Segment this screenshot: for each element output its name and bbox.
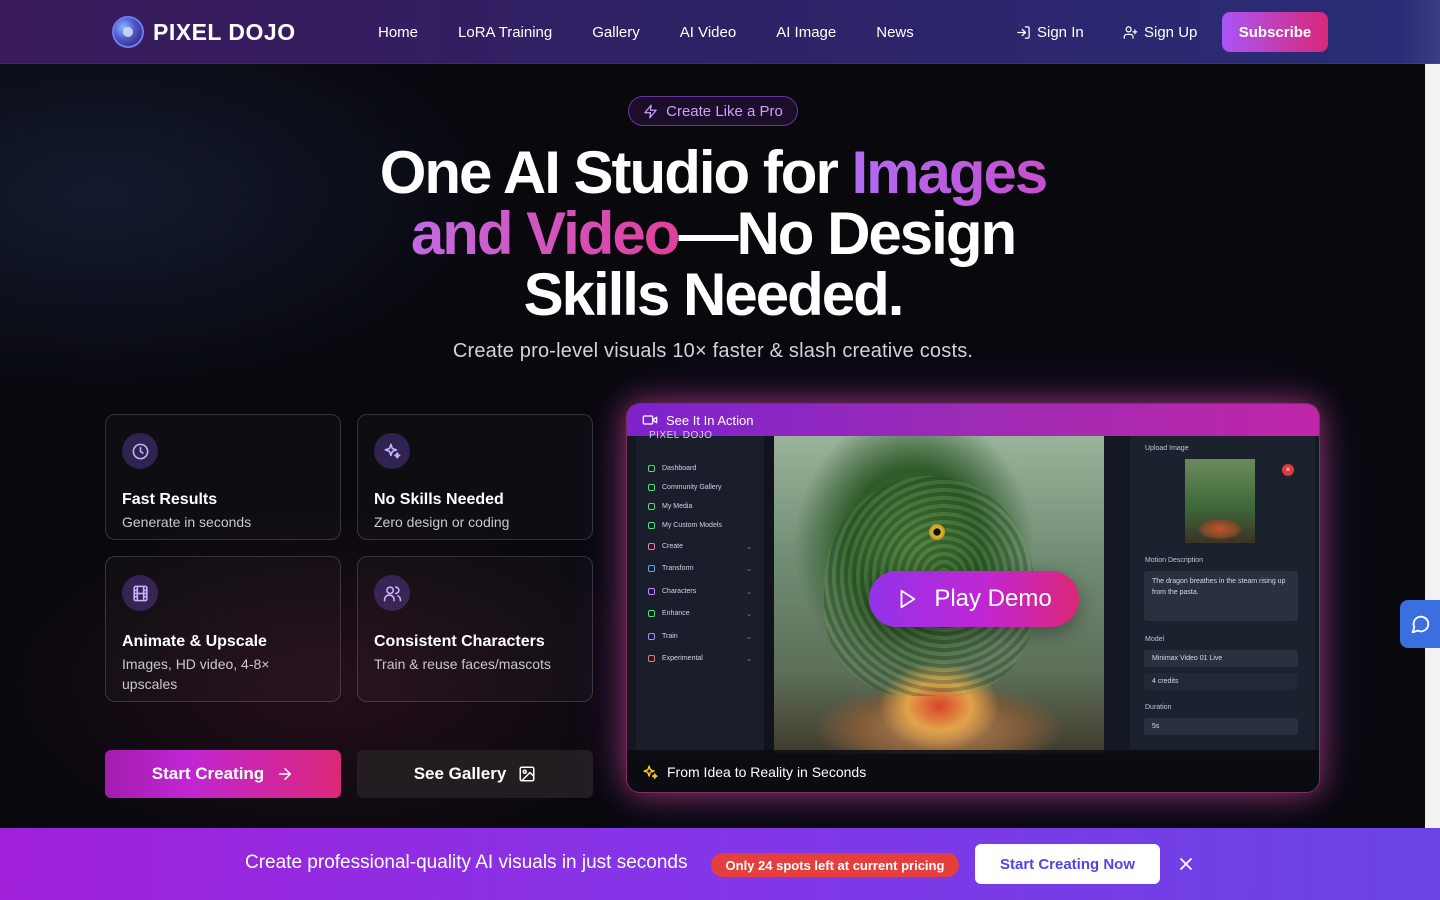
feature-card-animate-upscale: Animate & Upscale Images, HD video, 4-8×… [105, 556, 341, 702]
feature-description: Images, HD video, 4-8× upscales [122, 656, 270, 692]
demo-sidebar-item: Community Gallery [648, 484, 752, 491]
demo-sidebar-item: Create ⌄ [648, 543, 752, 551]
pixel-dojo-logo-icon [112, 16, 144, 48]
motion-description-field: The dragon breathes in the steam rising … [1144, 571, 1298, 621]
play-icon [900, 589, 916, 609]
credits-indicator: 4 credits [1144, 673, 1298, 690]
login-icon [1017, 25, 1030, 39]
close-icon[interactable] [1176, 854, 1196, 874]
nav-link-ai-image[interactable]: AI Image [776, 24, 836, 41]
arrow-right-icon [279, 768, 292, 780]
duration-label: Duration [1145, 704, 1172, 711]
demo-settings-column: Upload Image × Motion Description The dr… [1104, 436, 1319, 792]
feature-card-no-skills: No Skills Needed Zero design or coding [357, 414, 593, 540]
headline-and-video: and Video [410, 200, 681, 267]
sign-in-label: Sign In [1037, 23, 1084, 41]
model-label: Model [1145, 636, 1165, 643]
demo-sidebar-item: Dashboard [648, 465, 752, 472]
sign-up-label: Sign Up [1144, 23, 1198, 41]
start-creating-button[interactable]: Start Creating [105, 750, 341, 798]
limited-spots-badge: Only 24 spots left at current pricing [711, 853, 959, 877]
subscribe-button[interactable]: Subscribe [1222, 12, 1328, 52]
feature-card-consistent-characters: Consistent Characters Train & reuse face… [357, 556, 593, 702]
demo-header-label: See It In Action [666, 412, 754, 428]
demo-sidebar-item: My Custom Models [648, 522, 752, 529]
see-gallery-button[interactable]: See Gallery [357, 750, 593, 798]
demo-caption-bar: From Idea to Reality in Seconds [627, 750, 1319, 792]
sign-up-button[interactable]: Sign Up [1123, 0, 1197, 64]
brand-link[interactable]: PIXEL DOJO [112, 15, 296, 49]
nav-link-gallery[interactable]: Gallery [592, 24, 640, 41]
model-select: Minimax Video 01 Live [1144, 650, 1298, 667]
headline-part3: Skills Needed. [523, 261, 905, 328]
page-scrollbar[interactable] [1425, 64, 1440, 828]
create-like-a-pro-pill: Create Like a Pro [628, 96, 798, 126]
chat-bubble-icon [1411, 615, 1430, 634]
nav-link-lora-training[interactable]: LoRA Training [458, 24, 552, 41]
play-demo-label: Play Demo [934, 585, 1052, 612]
demo-sidebar-item: My Media [648, 503, 752, 510]
headline-images: Images [851, 139, 1048, 206]
upload-image-label: Upload Image [1145, 445, 1189, 452]
demo-video-panel[interactable]: See It In Action PIXEL DOJO Dashboard Co… [626, 403, 1320, 793]
play-demo-button[interactable]: Play Demo [869, 571, 1079, 627]
dragon-eye [929, 524, 945, 540]
chat-widget-button[interactable] [1400, 600, 1440, 648]
brand-name: PIXEL DOJO [153, 18, 296, 45]
demo-divider [764, 436, 774, 754]
see-gallery-label: See Gallery [413, 764, 507, 783]
motion-description-label: Motion Description [1145, 557, 1203, 564]
hero-subheading: Create pro-level visuals 10× faster & sl… [452, 340, 974, 362]
remove-image-icon: × [1282, 464, 1294, 476]
demo-sidebar-item: Enhance ⌄ [648, 610, 752, 618]
pill-label: Create Like a Pro [666, 102, 783, 120]
feature-title: No Skills Needed [374, 491, 504, 508]
demo-sidebar-item: Train ⌄ [648, 633, 752, 641]
users-icon [374, 575, 410, 611]
headline-part2: —No Design [678, 200, 1017, 267]
feature-description: Zero design or coding [374, 514, 510, 530]
demo-app-brand: PIXEL DOJO [649, 430, 713, 441]
demo-sidebar-item: Experimental ⌄ [648, 655, 752, 663]
start-creating-label: Start Creating [151, 764, 265, 783]
demo-caption-text: From Idea to Reality in Seconds [667, 764, 867, 780]
duration-select: 5s [1144, 718, 1298, 735]
feature-description: Train & reuse faces/mascots [374, 656, 551, 672]
feature-card-fast-results: Fast Results Generate in seconds [105, 414, 341, 540]
feature-title: Animate & Upscale [122, 633, 267, 650]
nav-link-home[interactable]: Home [378, 24, 418, 41]
sparkles-icon [374, 433, 410, 469]
demo-settings-panel: Upload Image × Motion Description The dr… [1130, 436, 1315, 754]
image-icon [519, 766, 535, 782]
demo-app-sidebar: PIXEL DOJO Dashboard Community Gallery M… [636, 430, 764, 754]
navbar-edge-fade [1400, 0, 1440, 64]
headline-part1: One AI Studio for [379, 139, 852, 206]
feature-description: Generate in seconds [122, 514, 252, 530]
uploaded-image-thumbnail [1185, 459, 1255, 543]
nav-link-news[interactable]: News [876, 24, 914, 41]
film-icon [122, 575, 158, 611]
nav-link-ai-video[interactable]: AI Video [680, 24, 736, 41]
demo-sidebar-item: Transform ⌄ [648, 565, 752, 573]
main-nav: Home LoRA Training Gallery AI Video AI I… [378, 0, 914, 64]
hero-headline: One AI Studio for Images and Video—No Des… [300, 142, 1126, 325]
sparkles-icon [643, 764, 658, 779]
top-navbar: PIXEL DOJO Home LoRA Training Gallery AI… [0, 0, 1440, 64]
start-creating-now-button[interactable]: Start Creating Now [975, 844, 1160, 884]
sign-in-button[interactable]: Sign In [1016, 0, 1084, 64]
demo-header: See It In Action [627, 404, 1319, 436]
clock-icon [122, 433, 158, 469]
feature-title: Fast Results [122, 491, 218, 508]
video-camera-icon [642, 415, 658, 425]
lightning-icon [644, 104, 657, 118]
feature-title: Consistent Characters [374, 633, 545, 650]
demo-sidebar-item: Characters ⌄ [648, 588, 752, 596]
promo-banner-text: Create professional-quality AI visuals i… [245, 852, 688, 873]
user-plus-icon [1123, 25, 1138, 39]
